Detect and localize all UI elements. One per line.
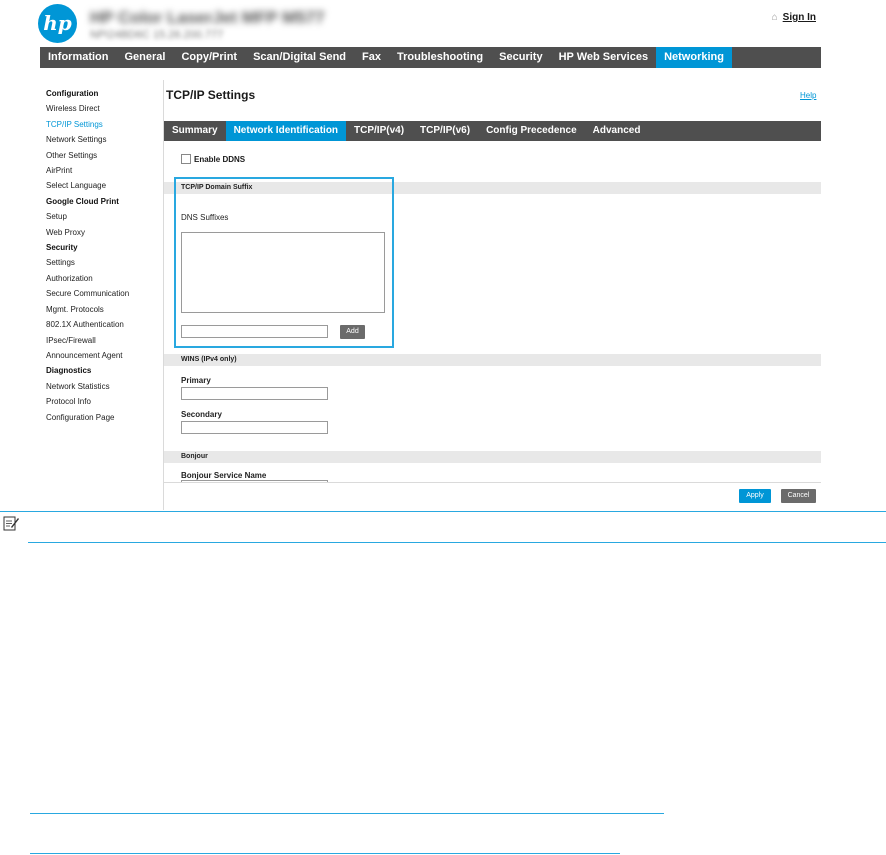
subtab-summary[interactable]: Summary bbox=[164, 121, 226, 141]
enable-ddns-checkbox[interactable] bbox=[181, 154, 191, 164]
sidebar-item-configuration-page[interactable]: Configuration Page bbox=[46, 410, 156, 425]
sidebar-item-mgmt-protocols[interactable]: Mgmt. Protocols bbox=[46, 302, 156, 317]
link-underline-2[interactable] bbox=[30, 853, 620, 854]
bonjour-service-label: Bonjour Service Name bbox=[181, 471, 267, 480]
subtab-config-precedence[interactable]: Config Precedence bbox=[478, 121, 585, 141]
sidebar: Configuration Wireless Direct TCP/IP Setti… bbox=[46, 86, 156, 425]
add-button[interactable]: Add bbox=[340, 325, 365, 339]
dns-suffix-input[interactable] bbox=[181, 325, 328, 338]
sidebar-item-ipsec-firewall[interactable]: IPsec/Firewall bbox=[46, 333, 156, 348]
subtab-tcp-ip-v4-[interactable]: TCP/IP(v4) bbox=[346, 121, 412, 141]
sidebar-item-select-language[interactable]: Select Language bbox=[46, 178, 156, 193]
sub-navigation: Summary Network Identification TCP/IP(v4) T… bbox=[164, 121, 821, 141]
sidebar-heading-diagnostics: Diagnostics bbox=[46, 366, 92, 376]
hp-logo: hp bbox=[38, 4, 77, 43]
bonjour-header: Bonjour bbox=[181, 453, 208, 460]
sidebar-item-other-settings[interactable]: Other Settings bbox=[46, 148, 156, 163]
note-icon bbox=[3, 516, 19, 531]
cancel-button[interactable]: Cancel bbox=[781, 489, 816, 503]
subtab-advanced[interactable]: Advanced bbox=[585, 121, 649, 141]
top-navigation: Information General Copy/Print Scan/Digital… bbox=[40, 47, 821, 68]
topnav-tab-fax[interactable]: Fax bbox=[354, 47, 389, 68]
primary-input[interactable] bbox=[181, 387, 328, 400]
sidebar-item-802-1x-authentication[interactable]: 802.1X Authentication bbox=[46, 317, 156, 332]
enable-ddns-label: Enable DDNS bbox=[194, 154, 246, 164]
sign-in-link[interactable]: Sign In bbox=[783, 12, 816, 23]
secondary-input[interactable] bbox=[181, 421, 328, 434]
primary-label: Primary bbox=[181, 376, 211, 385]
sidebar-heading-google-cloud-print: Google Cloud Print bbox=[46, 196, 119, 206]
topnav-tab-copy-print[interactable]: Copy/Print bbox=[173, 47, 245, 68]
topnav-tab-hp-web-services[interactable]: HP Web Services bbox=[551, 47, 656, 68]
sidebar-divider bbox=[163, 80, 164, 510]
sidebar-item-tcp-ip-settings[interactable]: TCP/IP Settings bbox=[46, 117, 156, 132]
subtab-network-identification[interactable]: Network Identification bbox=[225, 121, 347, 141]
topnav-tab-troubleshooting[interactable]: Troubleshooting bbox=[389, 47, 491, 68]
apply-button[interactable]: Apply bbox=[739, 489, 771, 503]
note-bottom-rule bbox=[28, 542, 886, 543]
sidebar-heading-configuration: Configuration bbox=[46, 89, 99, 98]
sidebar-item-web-proxy[interactable]: Web Proxy bbox=[46, 225, 156, 240]
page-title: TCP/IP Settings bbox=[166, 88, 256, 102]
topnav-tab-information[interactable]: Information bbox=[40, 47, 117, 68]
sidebar-item-announcement-agent[interactable]: Announcement Agent bbox=[46, 348, 156, 363]
sidebar-item-airprint[interactable]: AirPrint bbox=[46, 163, 156, 178]
sidebar-item-settings[interactable]: Settings bbox=[46, 255, 156, 270]
form-bottom-line bbox=[164, 482, 821, 483]
sign-in-area: ⌂ Sign In bbox=[772, 12, 816, 23]
sidebar-item-setup[interactable]: Setup bbox=[46, 209, 156, 224]
secondary-label: Secondary bbox=[181, 410, 222, 419]
topnav-tab-networking[interactable]: Networking bbox=[656, 47, 732, 68]
topnav-tab-security[interactable]: Security bbox=[491, 47, 550, 68]
link-underline-1[interactable] bbox=[30, 813, 664, 814]
dns-suffixes-label: DNS Suffixes bbox=[181, 213, 229, 222]
sidebar-item-network-settings[interactable]: Network Settings bbox=[46, 132, 156, 147]
sidebar-item-secure-communication[interactable]: Secure Communication bbox=[46, 286, 156, 301]
wins-band bbox=[164, 354, 821, 366]
sidebar-item-wireless-direct[interactable]: Wireless Direct bbox=[46, 101, 156, 116]
wins-header: WINS (IPv4 only) bbox=[181, 356, 237, 363]
note-top-rule bbox=[0, 511, 886, 512]
printer-subtitle: NPI24BD6C 15.26.200.777 bbox=[90, 29, 224, 41]
dns-suffixes-list[interactable] bbox=[181, 232, 385, 313]
topnav-tab-scan-digital-send[interactable]: Scan/Digital Send bbox=[245, 47, 354, 68]
topnav-tab-general[interactable]: General bbox=[117, 47, 174, 68]
sidebar-item-protocol-info[interactable]: Protocol Info bbox=[46, 394, 156, 409]
printer-name: HP Color LaserJet MFP M577 bbox=[90, 8, 325, 27]
subtab-tcp-ip-v6-[interactable]: TCP/IP(v6) bbox=[412, 121, 478, 141]
sidebar-item-authorization[interactable]: Authorization bbox=[46, 271, 156, 286]
sidebar-heading-security: Security bbox=[46, 243, 78, 253]
home-icon[interactable]: ⌂ bbox=[772, 12, 778, 23]
enable-ddns: Enable DDNS bbox=[181, 154, 245, 164]
help-link[interactable]: Help bbox=[800, 91, 816, 100]
sidebar-item-network-statistics[interactable]: Network Statistics bbox=[46, 379, 156, 394]
bonjour-band bbox=[164, 451, 821, 463]
